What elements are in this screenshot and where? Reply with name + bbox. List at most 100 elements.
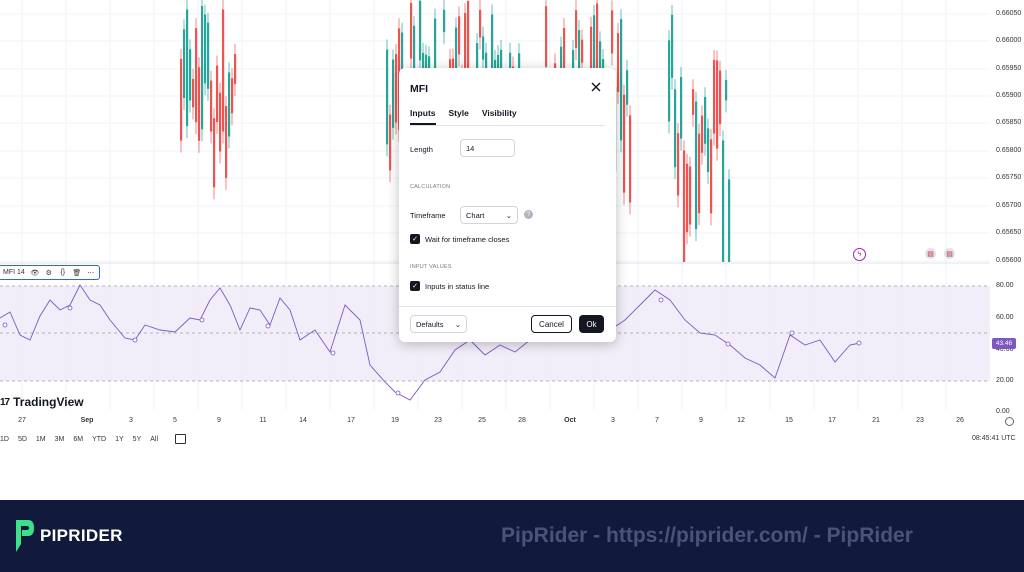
mfi-point	[199, 317, 205, 323]
tab-visibility[interactable]: Visibility	[482, 108, 517, 125]
length-value: 14	[466, 143, 475, 153]
time-axis-label: 11	[259, 417, 267, 424]
us-flag-icon[interactable]: ▤	[925, 248, 936, 259]
ok-button[interactable]: Ok	[579, 315, 604, 333]
mfi-point	[67, 305, 73, 311]
eye-icon[interactable]: 👁	[30, 269, 39, 277]
price-axis-label: 0.65750	[996, 174, 1022, 181]
time-axis-label: 27	[18, 417, 26, 424]
mfi-point	[725, 341, 731, 347]
mfi-point	[856, 340, 862, 346]
cancel-button[interactable]: Cancel	[531, 315, 572, 333]
settings-icon[interactable]: ⚙	[45, 269, 53, 277]
tab-inputs[interactable]: Inputs	[410, 108, 436, 125]
candle-body	[207, 22, 210, 89]
time-axis-label: 9	[699, 417, 703, 424]
close-icon[interactable]	[589, 80, 603, 94]
candle-body	[581, 39, 584, 63]
candle-body	[198, 67, 201, 141]
candle-body	[692, 89, 695, 115]
chevron-down-icon: ⌄	[454, 319, 461, 329]
length-input[interactable]: 14	[460, 139, 515, 157]
indicator-legend[interactable]: MFI 14 👁 ⚙ {} 🗑 ⋯	[0, 265, 100, 280]
candle-body	[479, 9, 482, 38]
candle-body	[395, 54, 398, 123]
indicator-name: MFI 14	[3, 269, 25, 276]
range-button-ytd[interactable]: YTD	[92, 436, 106, 443]
tradingview-logo-text: TradingView	[13, 395, 84, 409]
event-lightning-icon[interactable]: ϟ	[853, 248, 866, 261]
candle-body	[668, 40, 671, 122]
candle-body	[725, 80, 728, 101]
candle-body	[186, 9, 189, 127]
candle-body	[228, 72, 231, 137]
range-button-1m[interactable]: 1M	[36, 436, 46, 443]
candle-body	[707, 128, 710, 173]
candle-body	[443, 9, 446, 33]
oscillator-axis-label: 0.00	[996, 408, 1010, 415]
candle-body	[617, 33, 620, 92]
time-axis-label: 23	[916, 417, 924, 424]
candle-body	[623, 94, 626, 193]
candle-body	[620, 19, 623, 141]
candle-body	[716, 60, 719, 149]
candle-body	[671, 14, 674, 78]
mfi-point	[395, 390, 401, 396]
time-axis-label: Sep	[80, 417, 94, 424]
wait-timeframe-checkbox[interactable]: ✓	[410, 234, 420, 244]
range-button-5d[interactable]: 5D	[18, 436, 27, 443]
delete-icon[interactable]: 🗑	[72, 269, 81, 277]
candle-body	[234, 54, 237, 84]
candle-body	[686, 163, 689, 233]
tabs-divider	[410, 125, 605, 126]
candle-body	[695, 101, 698, 230]
utc-clock[interactable]: 08:45:41 UTC	[972, 435, 1016, 442]
price-axis-label: 0.65650	[996, 229, 1022, 236]
oscillator-axis-label: 60.00	[996, 314, 1014, 321]
range-button-3m[interactable]: 3M	[55, 436, 65, 443]
range-button-1y[interactable]: 1Y	[115, 436, 124, 443]
inputs-status-line-checkbox[interactable]: ✓	[410, 281, 420, 291]
candle-body	[722, 140, 725, 262]
more-icon[interactable]: ⋯	[87, 269, 95, 277]
candle-body	[629, 115, 632, 203]
chevron-down-icon: ⌄	[505, 210, 512, 220]
price-axis-label: 0.66000	[996, 37, 1022, 44]
tab-style[interactable]: Style	[449, 108, 469, 125]
range-button-5y[interactable]: 5Y	[133, 436, 142, 443]
candle-body	[482, 36, 485, 60]
timeframe-select[interactable]: Chart ⌄	[460, 206, 518, 224]
help-icon[interactable]: ?	[524, 210, 533, 219]
price-axis-label: 0.65800	[996, 147, 1022, 154]
candle-body	[219, 92, 222, 152]
calendar-icon[interactable]	[175, 434, 187, 444]
candle-body	[183, 29, 186, 99]
range-button-all[interactable]: All	[150, 436, 158, 443]
candle-body	[611, 10, 614, 54]
source-code-icon[interactable]: {}	[59, 269, 67, 277]
candle-body	[410, 2, 413, 59]
candle-body	[689, 166, 692, 225]
candle-body	[386, 49, 389, 145]
candle-body	[216, 65, 219, 122]
axis-settings-icon[interactable]	[1005, 417, 1014, 426]
brand-name: PIPRIDER	[40, 526, 123, 545]
time-axis-label: 7	[655, 417, 659, 424]
time-axis-label: 3	[611, 417, 615, 424]
candle-body	[713, 60, 716, 134]
defaults-dropdown[interactable]: Defaults ⌄	[410, 315, 467, 333]
us-flag-icon-2[interactable]: ▤	[944, 248, 955, 259]
candle-body	[704, 97, 707, 144]
tradingview-logo: 17 TradingView	[0, 395, 84, 409]
dialog-tabs: Inputs Style Visibility	[410, 108, 517, 125]
mfi-point	[789, 330, 795, 336]
piprider-logo-icon	[16, 520, 34, 552]
range-button-1d[interactable]: 1D	[0, 436, 9, 443]
candle-body	[213, 118, 216, 188]
range-button-6m[interactable]: 6M	[73, 436, 83, 443]
calculation-header: CALCULATION	[410, 184, 451, 190]
price-axis-label: 0.65950	[996, 65, 1022, 72]
time-axis-label: 9	[217, 417, 221, 424]
indicator-settings-dialog: MFI Inputs Style Visibility Length 14 CA…	[399, 68, 616, 342]
price-axis-label: 0.65850	[996, 119, 1022, 126]
